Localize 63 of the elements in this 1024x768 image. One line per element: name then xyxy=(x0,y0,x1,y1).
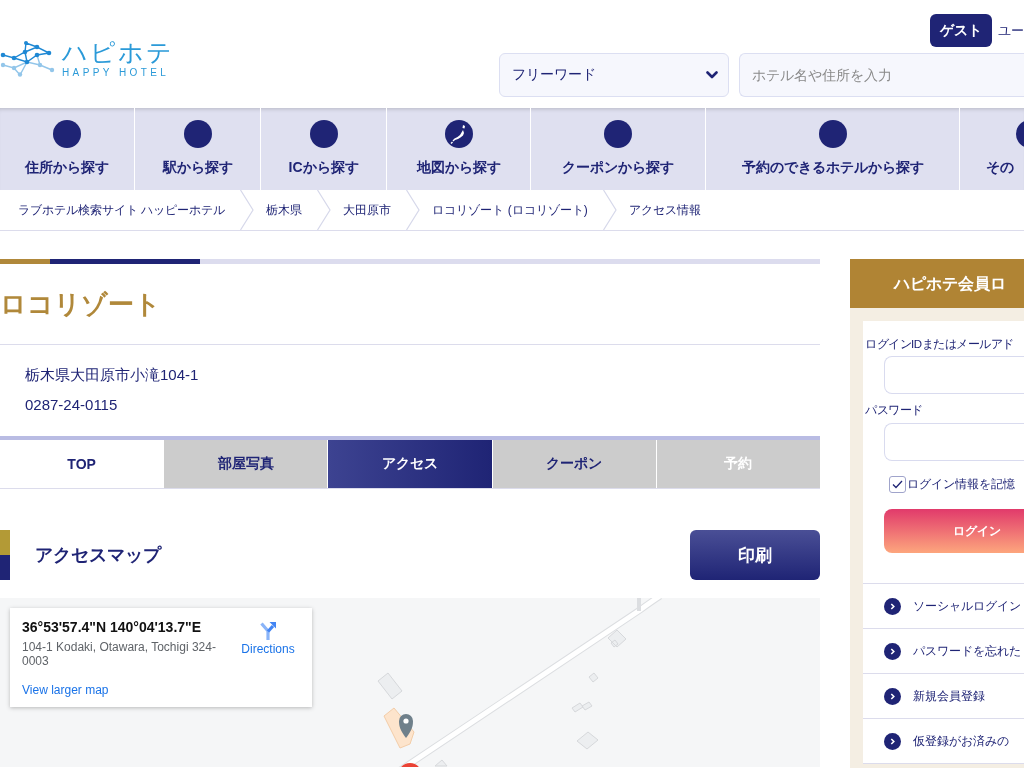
remember-checkbox[interactable] xyxy=(889,476,906,493)
tab[interactable]: クーポン xyxy=(492,440,656,488)
chevron-right-icon xyxy=(884,642,901,660)
menu-link[interactable]: パスワードを忘れた xyxy=(863,628,1024,673)
guest-badge: ゲスト xyxy=(930,14,992,47)
map-building xyxy=(607,629,627,648)
chevron-right-icon xyxy=(884,597,901,615)
menu-link[interactable]: 仮登録がお済みの xyxy=(863,718,1024,764)
logo-text: ハピホテ xyxy=(62,38,174,66)
logo-tagline: HAPPY HOTEL xyxy=(62,67,171,79)
map-building xyxy=(588,672,599,683)
nav-link[interactable]: 住所から探す xyxy=(0,108,135,190)
login-panel-title: ハピホテ会員ロ xyxy=(850,259,1024,308)
hotel-address: 栃木県大田原市小滝104-1 xyxy=(25,365,199,385)
nav-link[interactable]: 予約のできるホテルから探す xyxy=(706,108,960,190)
breadcrumb-link[interactable]: 大田原市 xyxy=(343,201,392,219)
nav-link[interactable]: クーポンから探す xyxy=(531,108,706,190)
map-address: 104-1 Kodaki, Otawara, Tochigi 324-0003 xyxy=(22,641,217,668)
circle-icon xyxy=(183,120,212,148)
hotel-phone: 0287-24-0115 xyxy=(25,395,118,415)
circle-icon xyxy=(53,120,81,148)
map-marker-icon xyxy=(401,763,419,767)
nav-link[interactable]: その xyxy=(960,108,1024,190)
chevron-down-icon xyxy=(706,71,718,79)
menu-link[interactable]: 新規会員登録 xyxy=(863,673,1024,718)
field-label: パスワード xyxy=(865,403,923,417)
circle-icon xyxy=(604,120,632,148)
logo-icon xyxy=(0,40,55,77)
directions-icon xyxy=(259,620,277,640)
chevron-right-icon xyxy=(884,687,901,705)
tab[interactable]: アクセス xyxy=(328,440,492,488)
map-coordinates: 36°53'57.4"N 140°04'13.7"E xyxy=(22,619,202,635)
nav-link[interactable]: ICから探す xyxy=(261,108,387,190)
circle-icon xyxy=(309,120,338,148)
password-field[interactable] xyxy=(884,423,1024,461)
remember-label[interactable]: ログイン情報を記憶 xyxy=(907,476,1015,493)
map-building xyxy=(571,701,593,713)
heading-accent-bar xyxy=(0,530,10,580)
nav-link[interactable]: 駅から探す xyxy=(135,108,261,190)
hotel-name: ロコリゾート xyxy=(0,288,161,320)
login-id-field[interactable] xyxy=(884,356,1024,394)
breadcrumb-link[interactable]: ロコリゾート (ロコリゾート) xyxy=(432,201,588,219)
field-label: ログインIDまたはメールアド xyxy=(865,337,1014,351)
section-title: アクセスマップ xyxy=(35,544,161,567)
breadcrumb-link[interactable]: ラブホテル検索サイト ハッピーホテル xyxy=(18,201,226,219)
map-pin-icon xyxy=(399,714,413,738)
print-button[interactable]: 印刷 xyxy=(690,530,820,580)
japan-map-icon xyxy=(444,120,473,148)
tab[interactable]: 部屋写真 xyxy=(164,440,328,488)
chevron-right-icon xyxy=(884,732,901,750)
nav-link[interactable]: 地図から探す xyxy=(387,108,531,190)
view-larger-map-link[interactable]: View larger map xyxy=(22,683,109,697)
map-building xyxy=(576,731,599,750)
circle-icon xyxy=(818,120,847,148)
user-link[interactable]: ユー xyxy=(998,21,1024,40)
breadcrumb-link[interactable]: 栃木県 xyxy=(266,201,303,219)
menu-link[interactable]: ソーシャルログイン xyxy=(863,583,1024,628)
search-field[interactable]: ホテル名や住所を入力 xyxy=(739,53,1024,97)
directions-link[interactable]: Directions xyxy=(239,619,297,707)
breadcrumb-current: アクセス情報 xyxy=(628,201,701,219)
map-building xyxy=(377,672,403,700)
search-scope-select[interactable]: フリーワード xyxy=(499,53,729,97)
checkmark-icon xyxy=(892,480,903,489)
